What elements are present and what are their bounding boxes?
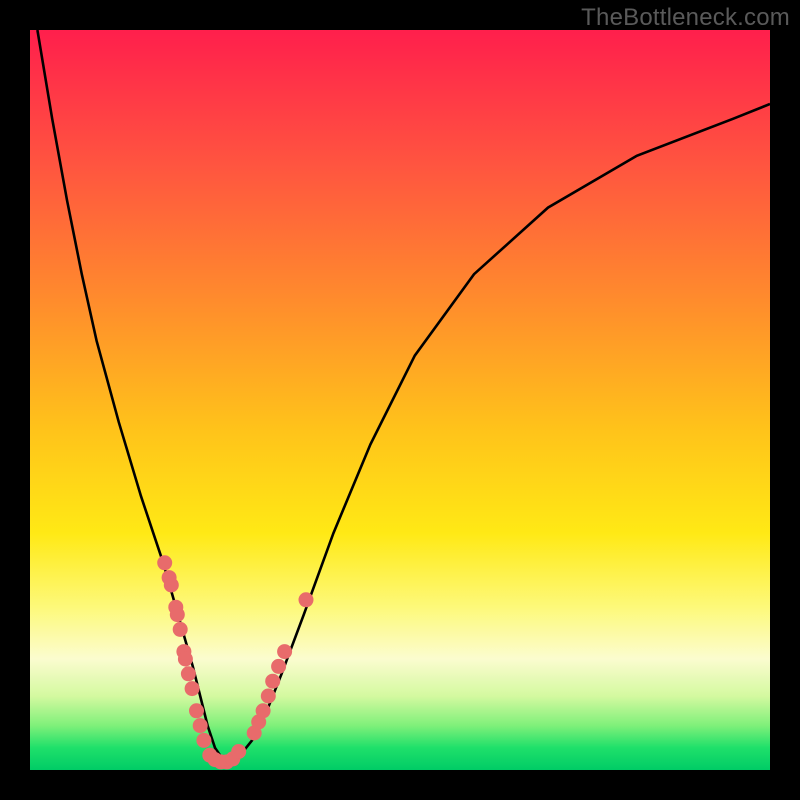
chart-overlay <box>30 30 770 770</box>
marker-dot <box>170 607 185 622</box>
marker-dot <box>157 555 172 570</box>
marker-dot <box>164 578 179 593</box>
marker-dot <box>193 718 208 733</box>
marker-dot <box>185 681 200 696</box>
marker-dot <box>196 733 211 748</box>
marker-dot <box>271 659 286 674</box>
marker-dot <box>265 674 280 689</box>
marker-group <box>157 555 313 769</box>
marker-dot <box>299 592 314 607</box>
marker-dot <box>173 622 188 637</box>
marker-dot <box>178 652 193 667</box>
watermark-label: TheBottleneck.com <box>581 4 790 32</box>
bottleneck-curve <box>37 30 770 763</box>
marker-dot <box>189 703 204 718</box>
chart-frame: TheBottleneck.com <box>0 0 800 800</box>
marker-dot <box>181 666 196 681</box>
marker-dot <box>231 744 246 759</box>
marker-dot <box>277 644 292 659</box>
marker-dot <box>261 689 276 704</box>
marker-dot <box>256 703 271 718</box>
